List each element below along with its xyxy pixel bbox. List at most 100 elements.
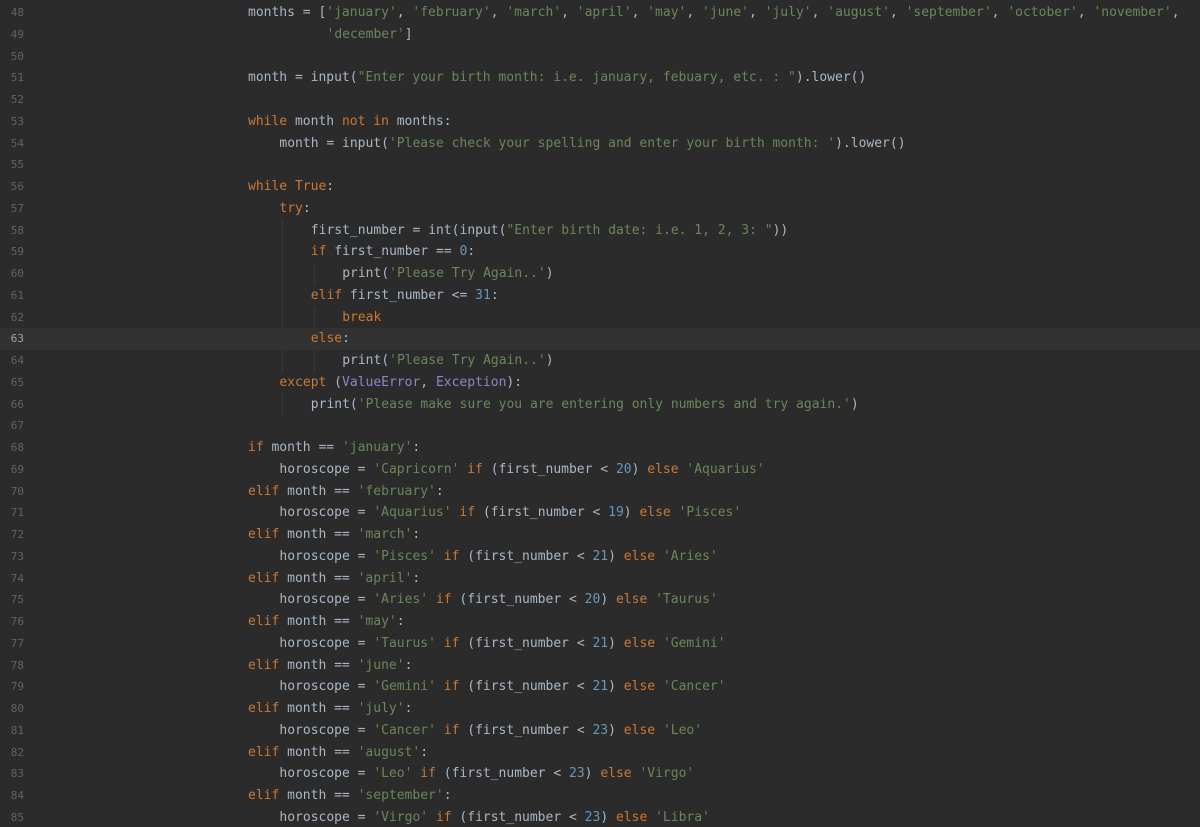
code-text: elif month == 'april': (248, 568, 420, 590)
code-text: 'december'] (327, 24, 413, 46)
code-line[interactable]: 50 (0, 46, 1200, 68)
code-token: elif (248, 788, 280, 803)
code-editor[interactable]: 48 months = ['january', 'february', 'marc… (0, 0, 1200, 827)
code-token: 'Please check your spelling and enter yo… (388, 135, 836, 151)
code-text: month = input('Please check your spellin… (279, 133, 905, 155)
code-line[interactable]: 67 (0, 415, 1200, 437)
code-token: : (435, 483, 444, 499)
code-line[interactable]: 51 month = input("Enter your birth month:… (0, 67, 1200, 89)
line-number: 70 (10, 484, 24, 498)
code-token: 19 (608, 505, 624, 521)
code-token: ] (404, 26, 413, 42)
code-token: , (1171, 5, 1180, 20)
code-line[interactable]: 68 if month == 'january': (0, 437, 1200, 459)
code-line[interactable]: 66 print('Please make sure you are enteri… (0, 394, 1200, 416)
code-line[interactable]: 74 elif month == 'april': (0, 568, 1200, 590)
code-line[interactable]: 72 elif month == 'march': (0, 524, 1200, 546)
line-number: 85 (10, 810, 24, 824)
code-token: month == (279, 483, 358, 499)
code-line[interactable]: 84 elif month == 'september': (0, 785, 1200, 807)
code-token: : (412, 570, 421, 586)
code-line[interactable]: 53 while month not in months: (0, 111, 1200, 133)
line-number: 79 (10, 680, 24, 694)
code-token: months = [ (248, 5, 327, 20)
code-line[interactable]: 57 try: (0, 198, 1200, 220)
code-token: first_number <= (342, 287, 476, 303)
code-text: print('Please Try Again..') (342, 350, 553, 372)
code-line[interactable]: 62 break (0, 307, 1200, 329)
code-token: month = input( (248, 70, 358, 86)
code-token: ) (608, 679, 624, 695)
code-token: 31 (475, 287, 491, 303)
code-token: : (342, 331, 350, 347)
code-line[interactable]: 60 print('Please Try Again..') (0, 263, 1200, 285)
line-number: 51 (10, 71, 24, 85)
code-line[interactable]: 52 (0, 89, 1200, 111)
code-token: print( (342, 353, 390, 368)
code-line[interactable]: 64 print('Please Try Again..') (0, 350, 1200, 372)
code-line[interactable]: 82 elif month == 'august': (0, 742, 1200, 764)
code-token: 'april' (576, 5, 632, 20)
code-token: 20 (584, 592, 601, 608)
code-text: horoscope = 'Gemini' if (first_number < … (279, 676, 725, 698)
code-line[interactable]: 70 elif month == 'february': (0, 481, 1200, 503)
code-token: , (749, 5, 765, 20)
code-area[interactable]: 48 months = ['january', 'february', 'marc… (0, 0, 1200, 827)
code-token: horoscope = (279, 505, 374, 521)
code-line[interactable]: 48 months = ['january', 'february', 'marc… (0, 2, 1200, 24)
code-token: 'Aquarius' (373, 505, 452, 521)
code-token: : (443, 788, 452, 803)
code-token: ( (326, 374, 343, 390)
code-line[interactable]: 55 (0, 154, 1200, 176)
code-line[interactable]: 73 horoscope = 'Pisces' if (first_number … (0, 546, 1200, 568)
code-token: (first_number < (459, 679, 593, 695)
code-token: if (435, 809, 452, 825)
line-number: 61 (10, 288, 24, 302)
code-line[interactable]: 76 elif month == 'may': (0, 611, 1200, 633)
code-line[interactable]: 75 horoscope = 'Aries' if (first_number <… (0, 589, 1200, 611)
code-token: (first_number < (451, 592, 585, 608)
code-line[interactable]: 71 horoscope = 'Aquarius' if (first_numbe… (0, 502, 1200, 524)
code-line[interactable]: 65 except (ValueError, Exception): (0, 372, 1200, 394)
code-line[interactable]: 85 horoscope = 'Virgo' if (first_number <… (0, 807, 1200, 827)
code-text: horoscope = 'Pisces' if (first_number < … (279, 546, 717, 568)
code-token: ) (623, 505, 640, 521)
code-line[interactable]: 80 elif month == 'july': (0, 698, 1200, 720)
code-line[interactable]: 81 horoscope = 'Cancer' if (first_number … (0, 720, 1200, 742)
code-token: 'may' (357, 614, 397, 629)
code-text: while month not in months: (248, 111, 452, 133)
code-token: except (279, 374, 327, 390)
code-line[interactable]: 58 first_number = int(input("Enter birth … (0, 220, 1200, 242)
code-token: , (811, 5, 828, 20)
code-token: 21 (592, 548, 609, 564)
code-token: print( (310, 396, 358, 412)
code-text: horoscope = 'Aries' if (first_number < 2… (279, 589, 717, 611)
code-line[interactable]: 61 elif first_number <= 31: (0, 285, 1200, 307)
code-token: "Enter your birth month: i.e. january, f… (357, 70, 796, 86)
code-token: 'february' (412, 5, 491, 20)
code-line[interactable]: 69 horoscope = 'Capricorn' if (first_numb… (0, 459, 1200, 481)
code-token: if (435, 592, 452, 608)
code-text: try: (279, 198, 310, 220)
code-line[interactable]: 59 if first_number == 0: (0, 241, 1200, 263)
code-token: horoscope = (279, 679, 374, 695)
line-number: 60 (10, 267, 24, 280)
code-line[interactable]: 63 else: (0, 328, 1200, 350)
code-text: elif month == 'march': (248, 524, 420, 546)
line-number: 71 (10, 506, 24, 520)
code-line[interactable]: 77 horoscope = 'Taurus' if (first_number … (0, 633, 1200, 655)
code-line[interactable]: 83 horoscope = 'Leo' if (first_number < 2… (0, 763, 1200, 785)
code-line[interactable]: 54 month = input('Please check your spell… (0, 133, 1200, 155)
code-line[interactable]: 78 elif month == 'june': (0, 655, 1200, 677)
code-token: if (443, 679, 460, 695)
code-token: : (490, 287, 499, 303)
code-line[interactable]: 79 horoscope = 'Gemini' if (first_number … (0, 676, 1200, 698)
code-line[interactable]: 49 'december'] (0, 24, 1200, 46)
code-line[interactable]: 56 while True: (0, 176, 1200, 198)
line-number: 50 (10, 49, 24, 63)
code-token: ) (631, 461, 648, 477)
